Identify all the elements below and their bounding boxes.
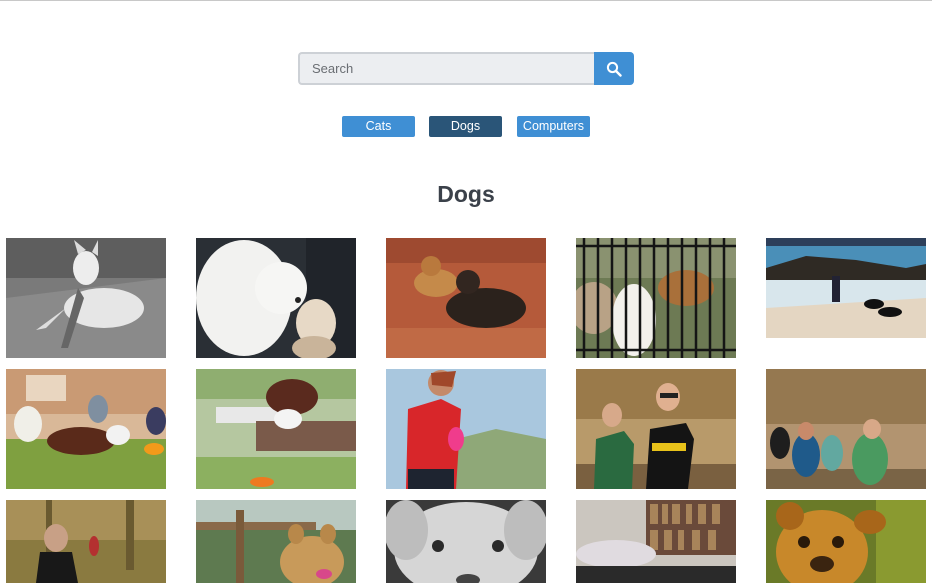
gallery-image[interactable] xyxy=(576,369,736,489)
gallery-image[interactable] xyxy=(196,500,356,583)
filter-computers-button[interactable]: Computers xyxy=(517,116,590,137)
category-filters: Cats Dogs Computers xyxy=(0,116,932,137)
search-button[interactable] xyxy=(594,52,634,85)
gallery-image[interactable] xyxy=(6,369,166,489)
gallery-image[interactable] xyxy=(6,238,166,358)
search-input[interactable] xyxy=(298,52,594,85)
gallery-image[interactable] xyxy=(386,500,546,583)
filter-cats-button[interactable]: Cats xyxy=(342,116,415,137)
top-divider xyxy=(0,0,932,1)
gallery-image[interactable] xyxy=(386,369,546,489)
search-icon xyxy=(606,61,622,77)
gallery-image[interactable] xyxy=(386,238,546,358)
search-bar xyxy=(298,52,634,85)
gallery-image[interactable] xyxy=(196,238,356,358)
gallery-image[interactable] xyxy=(576,238,736,358)
gallery-image[interactable] xyxy=(766,500,926,583)
gallery-image[interactable] xyxy=(196,369,356,489)
gallery-image[interactable] xyxy=(6,500,166,583)
page-title: Dogs xyxy=(437,181,495,207)
gallery-image[interactable] xyxy=(766,238,926,338)
filter-dogs-button[interactable]: Dogs xyxy=(429,116,502,137)
gallery-image[interactable] xyxy=(576,500,736,583)
gallery-image[interactable] xyxy=(766,369,926,489)
